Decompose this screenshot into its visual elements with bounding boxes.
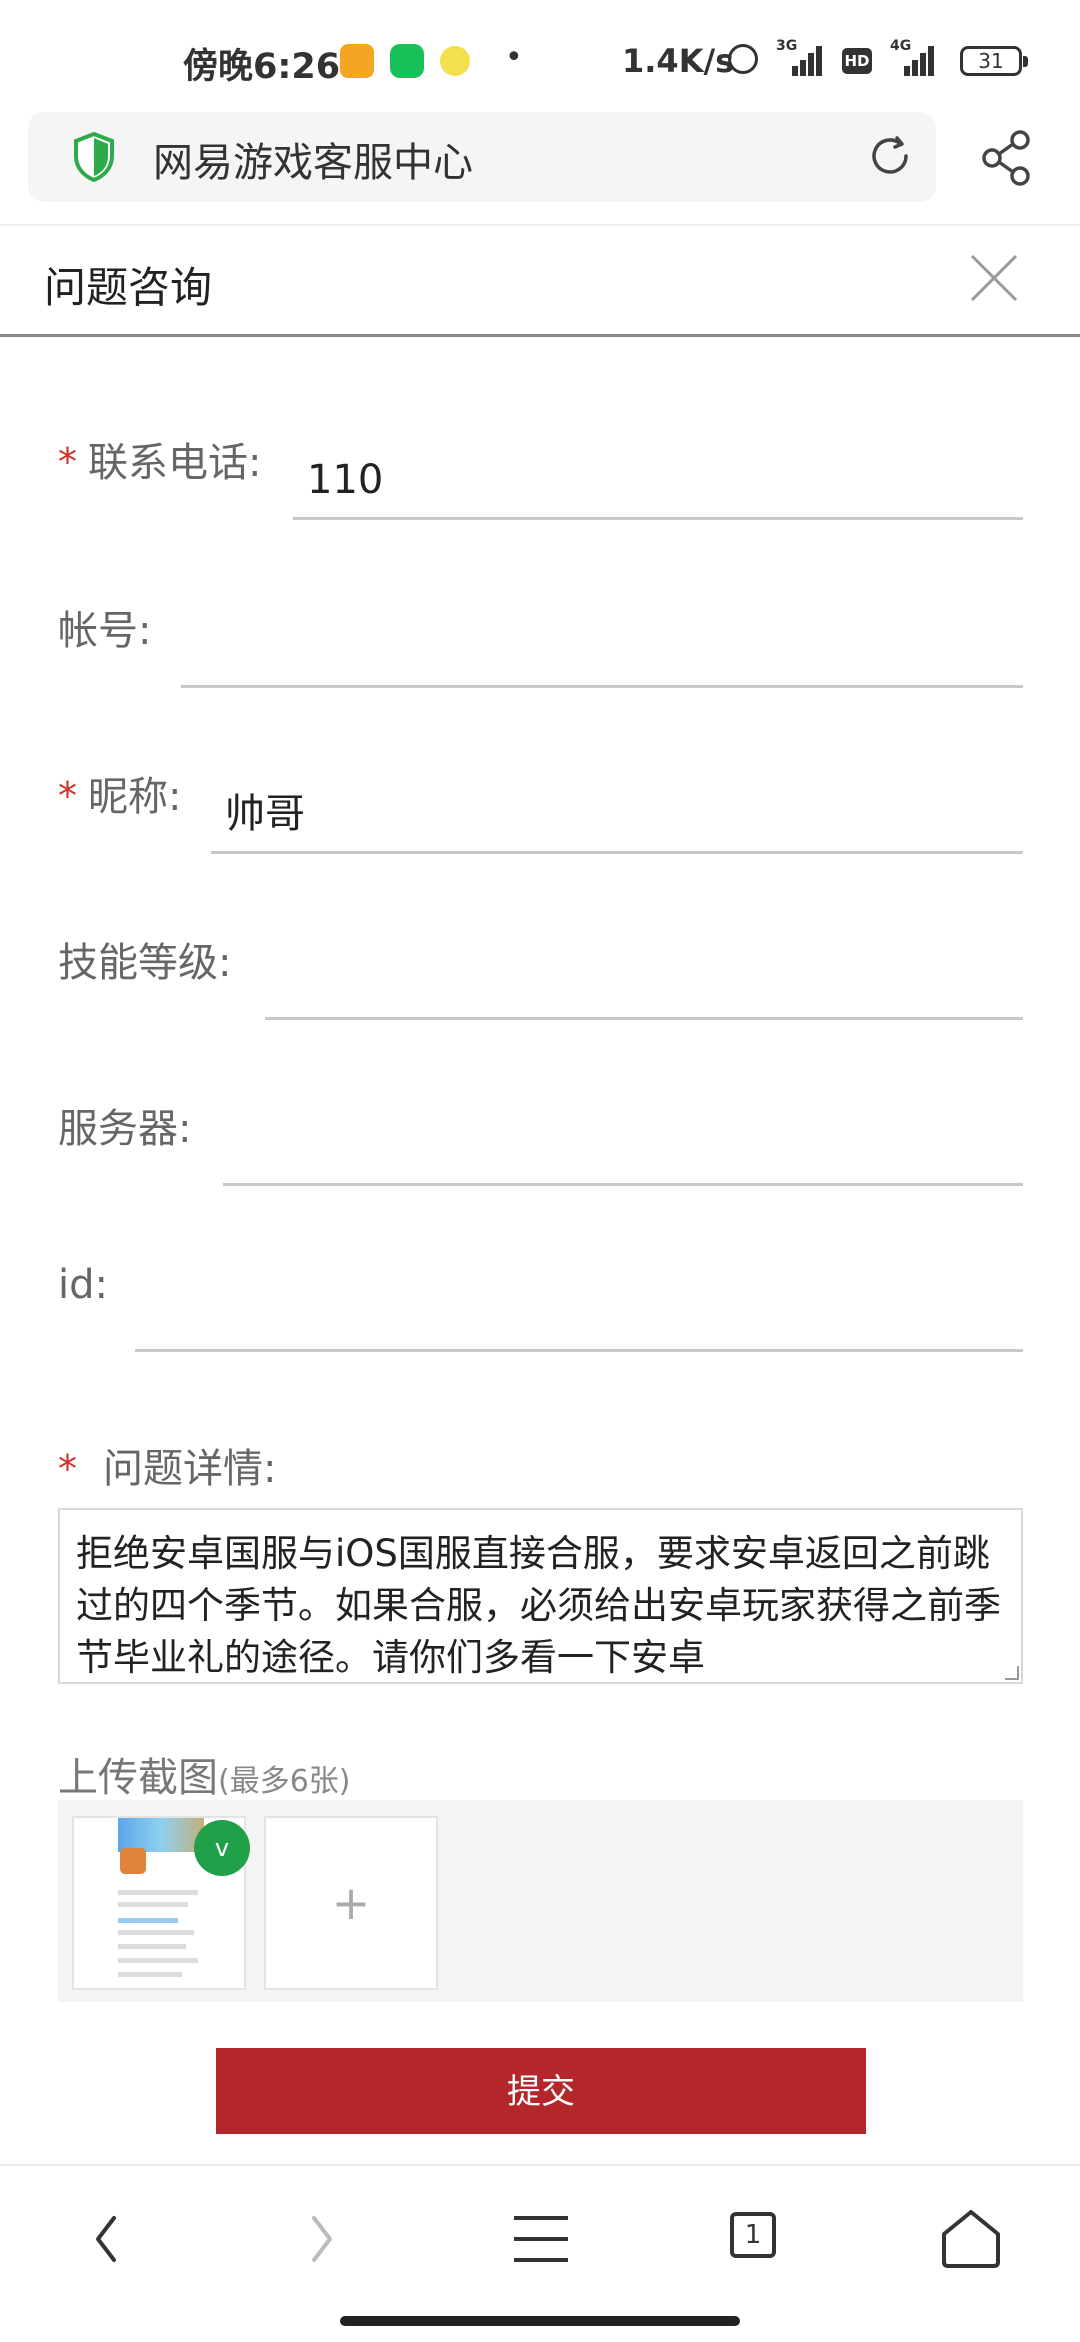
- hd-icon: HD: [842, 48, 872, 74]
- address-bar[interactable]: 网易游戏客服中心: [28, 112, 936, 202]
- upload-label-row: 上传截图(最多6张): [58, 1745, 351, 1803]
- home-icon[interactable]: [936, 2204, 1006, 2274]
- server-input[interactable]: [223, 1106, 1023, 1186]
- site-title: 网易游戏客服中心: [153, 140, 473, 186]
- nickname-input[interactable]: 帅哥: [211, 774, 1023, 854]
- menu-icon[interactable]: [506, 2204, 576, 2274]
- close-icon[interactable]: [966, 250, 1022, 306]
- network-speed: 1.4K/s: [622, 42, 735, 80]
- id-label: id:: [58, 1262, 108, 1308]
- thumbnail-line: [118, 1902, 188, 1907]
- game-app-icon: [440, 46, 470, 76]
- nickname-field: * 昵称: 帅哥: [58, 764, 1023, 854]
- nickname-label: 昵称:: [88, 774, 182, 820]
- forward-icon[interactable]: [286, 2204, 356, 2274]
- account-label: 帐号:: [58, 608, 152, 654]
- server-field: 服务器:: [58, 1096, 1023, 1186]
- required-mark: *: [58, 440, 77, 484]
- account-input[interactable]: [181, 608, 1023, 688]
- detail-text: 拒绝安卓国服与iOS国服直接合服，要求安卓返回之前跳过的四个季节。如果合服，必须…: [76, 1532, 1001, 1679]
- share-icon[interactable]: [978, 128, 1034, 188]
- signal-3g-icon: [778, 42, 826, 76]
- signal-4g-icon: [890, 42, 938, 76]
- upload-label: 上传截图: [58, 1755, 218, 1801]
- thumbnail-app-icon: [120, 1848, 146, 1874]
- required-mark: *: [58, 1447, 77, 1491]
- required-mark: *: [58, 774, 77, 818]
- gesture-bar[interactable]: [340, 2316, 740, 2326]
- upload-area: v +: [58, 1800, 1023, 2002]
- thumbnail-line: [118, 1958, 198, 1963]
- tabs-icon[interactable]: 1: [722, 2204, 792, 2274]
- back-icon[interactable]: [72, 2204, 142, 2274]
- status-time: 傍晚6:26: [183, 47, 341, 87]
- detail-textarea[interactable]: 拒绝安卓国服与iOS国服直接合服，要求安卓返回之前跳过的四个季节。如果合服，必须…: [58, 1508, 1023, 1684]
- skill-level-label: 技能等级:: [58, 940, 232, 986]
- id-field: id:: [58, 1262, 1023, 1352]
- detail-label-row: * 问题详情:: [58, 1436, 276, 1494]
- thumbnail-line: [118, 1918, 178, 1923]
- server-label: 服务器:: [58, 1106, 192, 1152]
- skill-level-field: 技能等级:: [58, 930, 1023, 1020]
- account-field: 帐号:: [58, 598, 1023, 688]
- thumbnail-line: [118, 1930, 194, 1935]
- thumbnail-banner: [118, 1818, 204, 1852]
- tab-count: 1: [730, 2212, 776, 2258]
- thumbnail-line: [118, 1944, 186, 1949]
- resize-handle-icon[interactable]: [1005, 1666, 1019, 1680]
- phone-input[interactable]: 110: [293, 440, 1023, 520]
- phone-label: 联系电话:: [88, 440, 262, 486]
- detail-label: 问题详情:: [103, 1446, 277, 1492]
- id-input[interactable]: [135, 1272, 1023, 1352]
- alarm-icon: [728, 44, 758, 74]
- wechat-app-icon: [390, 44, 424, 78]
- upload-hint: (最多6张): [218, 1764, 351, 1799]
- more-notifications-dot-icon: •: [505, 40, 523, 75]
- reload-icon[interactable]: [866, 132, 914, 180]
- gallery-app-icon: [340, 44, 374, 78]
- selected-check-icon[interactable]: v: [194, 1820, 250, 1876]
- status-bar: 傍晚6:26 • 1.4K/s 3G HD 4G 31: [0, 0, 1080, 110]
- submit-button[interactable]: 提交: [216, 2048, 866, 2134]
- battery-icon: 31: [960, 46, 1028, 76]
- shield-icon: [74, 132, 114, 182]
- page-header: 问题咨询: [0, 226, 1080, 337]
- add-image-button[interactable]: +: [264, 1816, 438, 1990]
- thumbnail-line: [118, 1890, 198, 1895]
- skill-level-input[interactable]: [265, 940, 1023, 1020]
- phone-field: * 联系电话: 110: [58, 430, 1023, 520]
- page-title: 问题咨询: [44, 263, 213, 312]
- thumbnail-line: [118, 1972, 182, 1977]
